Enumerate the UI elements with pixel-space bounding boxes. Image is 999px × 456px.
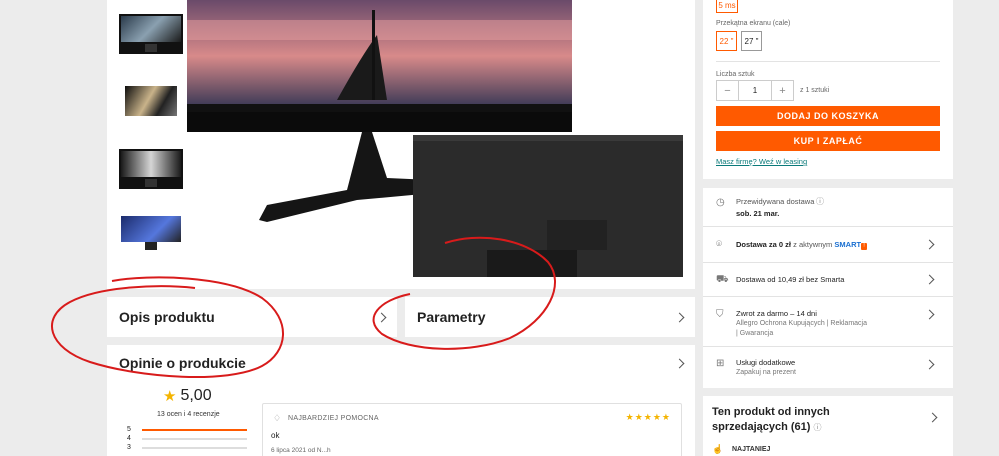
review-stars: ★★★★★: [625, 412, 671, 422]
rating-summary: 13 ocen i 4 recenzje: [157, 411, 220, 418]
add-to-cart-button[interactable]: DODAJ DO KOSZYKA: [716, 106, 940, 126]
purchase-card: 5 ms Przekątna ekranu (cale) 22 " 27 " L…: [703, 0, 953, 179]
leasing-link[interactable]: Masz firmę? Weź w leasing: [716, 157, 807, 166]
extra-services-row[interactable]: ⊞ Usługi dodatkowe Zapakuj na prezent: [703, 346, 953, 388]
other-sellers-title: Ten produkt od innych sprzedających (61)…: [712, 406, 830, 433]
histogram-bar-5: [142, 428, 247, 431]
expected-date: sob. 21 mar.: [736, 209, 780, 218]
returns-row[interactable]: ⛉ Zwrot za darmo – 14 dni Allegro Ochron…: [703, 296, 953, 346]
product-gallery: [107, 0, 695, 289]
histogram-bar-3: [142, 446, 247, 449]
delivery-card: ◷ Przewidywana dostawa ⓘ sob. 21 mar. ⌾ …: [703, 188, 953, 388]
main-product-image[interactable]: [187, 0, 687, 289]
quantity-decrease-button[interactable]: −: [717, 81, 739, 100]
section-opis-label: Opis produktu: [119, 309, 215, 325]
returns-sub2: | Gwarancja: [736, 330, 774, 337]
screen-option-22[interactable]: 22 ": [716, 31, 737, 51]
gift-icon: ⊞: [716, 358, 725, 369]
returns-title: Zwrot za darmo – 14 dni: [736, 309, 817, 318]
cheapest-label: NAJTANIEJ: [732, 446, 771, 453]
chevron-right-icon: [674, 312, 685, 322]
histogram-row: 4: [127, 434, 247, 443]
quantity-increase-button[interactable]: +: [771, 81, 793, 100]
extra-services-title: Usługi dodatkowe: [736, 358, 796, 367]
gallery-thumbnail[interactable]: [119, 149, 183, 189]
histogram-label: 5: [127, 426, 131, 433]
smart-logo: SMART: [834, 240, 862, 249]
info-icon[interactable]: ⓘ: [816, 196, 824, 207]
response-time-option[interactable]: 5 ms: [716, 0, 738, 13]
gallery-thumbnail[interactable]: [119, 82, 183, 122]
section-opis-produktu[interactable]: Opis produktu: [107, 297, 397, 337]
rating-histogram: 5 4 3: [127, 425, 247, 452]
quantity-label: Liczba sztuk: [716, 71, 755, 78]
divider: [716, 61, 940, 62]
gallery-thumbnail[interactable]: [119, 14, 183, 54]
reviews-card: Opinie o produkcie ★ 5,00 13 ocen i 4 re…: [107, 345, 695, 456]
chevron-right-icon: [924, 239, 935, 250]
expected-label: Przewidywana dostawa: [736, 197, 815, 206]
info-icon: ⓘ: [813, 423, 822, 432]
hand-icon: ☝: [712, 444, 724, 454]
gallery-thumbnail[interactable]: [119, 212, 183, 252]
location-pin-icon: ⌾: [716, 239, 722, 250]
quantity-input[interactable]: 1: [739, 81, 771, 100]
chevron-right-icon: [924, 309, 935, 320]
standard-delivery-row[interactable]: ⛟ Dostawa od 10,49 zł bez Smarta: [703, 262, 953, 296]
other-sellers-card[interactable]: Ten produkt od innych sprzedających (61)…: [703, 396, 953, 456]
expected-delivery-row: ◷ Przewidywana dostawa ⓘ sob. 21 mar.: [703, 188, 953, 226]
screen-option-27[interactable]: 27 ": [741, 31, 762, 51]
histogram-row: 3: [127, 443, 247, 452]
screen-size-label: Przekątna ekranu (cale): [716, 20, 791, 27]
chevron-right-icon: [927, 412, 938, 423]
quantity-stepper: − 1 +: [716, 80, 794, 101]
chevron-right-icon: [376, 312, 387, 322]
returns-sub: Allegro Ochrona Kupujących | Reklamacja: [736, 320, 867, 327]
featured-review[interactable]: ♢ NAJBARDZIEJ POMOCNA ★★★★★ ok 6 lipca 2…: [262, 403, 682, 456]
histogram-label: 4: [127, 435, 131, 442]
section-opinie-label: Opinie o produkcie: [119, 355, 246, 371]
chevron-right-icon: [924, 274, 935, 285]
standard-delivery-text: Dostawa od 10,49 zł bez Smarta: [736, 275, 845, 284]
buy-now-button[interactable]: KUP I ZAPŁAĆ: [716, 131, 940, 151]
star-icon: ★: [163, 388, 177, 405]
truck-icon: ⛟: [716, 274, 729, 285]
review-meta: 6 lipca 2021 od N...h: [271, 447, 331, 454]
section-parametry-label: Parametry: [417, 309, 486, 325]
clock-icon: ◷: [716, 197, 725, 208]
award-icon: ♢: [273, 413, 282, 423]
histogram-label: 3: [127, 444, 131, 451]
quantity-available: z 1 sztuki: [800, 87, 830, 94]
rating-value: ★ 5,00: [163, 387, 212, 405]
histogram-row: 5: [127, 425, 247, 434]
smart-badge: !: [861, 243, 868, 250]
extra-services-sub: Zapakuj na prezent: [736, 369, 796, 376]
chevron-right-icon: [674, 358, 685, 368]
chevron-right-icon: [924, 359, 935, 370]
featured-badge: NAJBARDZIEJ POMOCNA: [288, 415, 379, 422]
smart-delivery-text: Dostawa za 0 zł z aktywnym SMART!: [736, 240, 868, 250]
monitor-illustration: [187, 0, 683, 277]
section-opinie[interactable]: Opinie o produkcie: [107, 345, 695, 381]
histogram-bar-4: [142, 437, 247, 440]
smart-delivery-row[interactable]: ⌾ Dostawa za 0 zł z aktywnym SMART!: [703, 226, 953, 262]
review-text: ok: [271, 431, 280, 440]
shield-icon: ⛉: [716, 309, 724, 320]
section-parametry[interactable]: Parametry: [405, 297, 695, 337]
